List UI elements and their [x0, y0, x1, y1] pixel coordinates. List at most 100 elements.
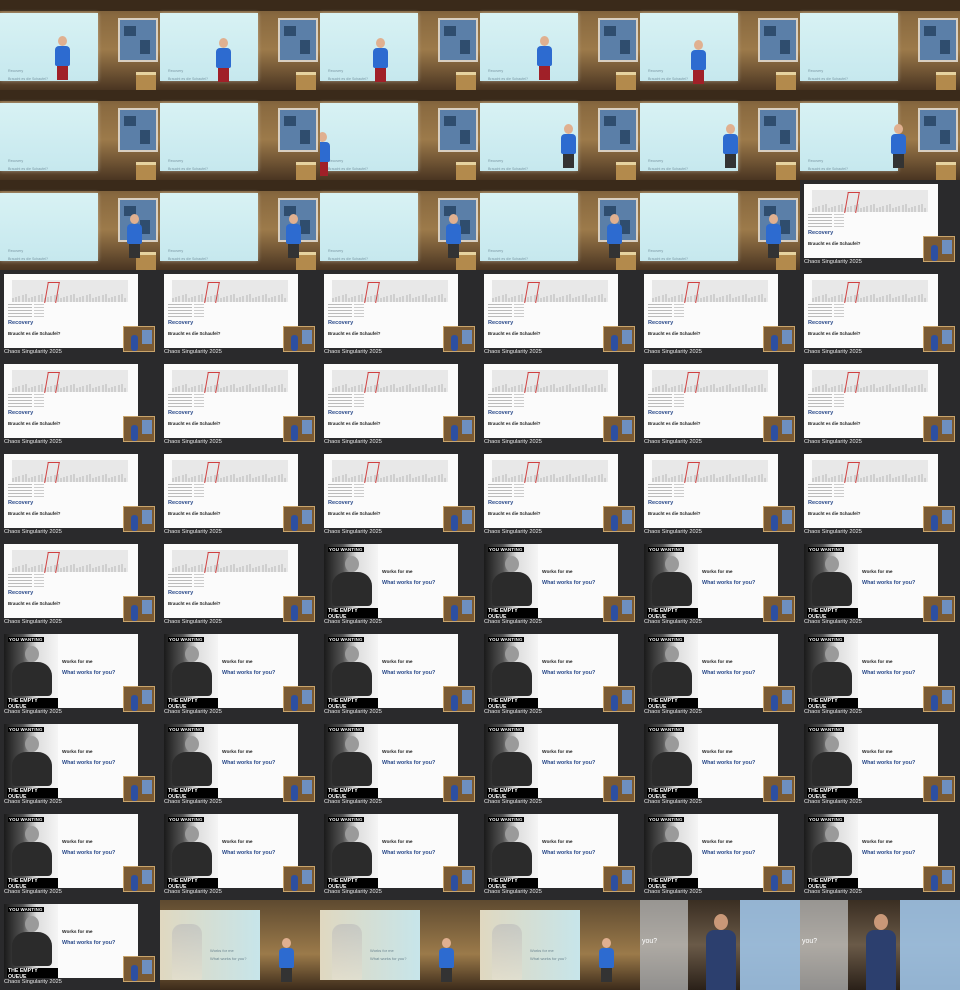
video-frame-room[interactable]: Recovery Braucht es die Schaufel? — [640, 0, 800, 90]
chart-bar — [668, 298, 670, 302]
video-frame-works[interactable]: YOU WANTING THE EMPTY QUEUE Works for me Wh… — [800, 540, 960, 630]
video-frame-room[interactable]: Recovery Braucht es die Schaufel? — [160, 0, 320, 90]
chart-bar — [584, 474, 587, 482]
video-frame-recovery[interactable]: Recovery Braucht es die Schaufel? Chaos Si… — [640, 360, 800, 450]
slide-subtitle: Braucht es die Schaufel? — [168, 511, 221, 516]
video-frame-recovery[interactable]: Recovery Braucht es die Schaufel? Chaos Si… — [800, 360, 960, 450]
video-frame-recovery[interactable]: Recovery Braucht es die Schaufel? Chaos Si… — [800, 180, 960, 270]
chart-bar — [712, 384, 715, 392]
chart-bar — [175, 567, 178, 572]
chart-bar — [831, 387, 834, 392]
video-frame-works[interactable]: YOU WANTING THE EMPTY QUEUE Works for me Wh… — [480, 810, 640, 900]
chart-bar — [754, 296, 757, 302]
video-frame-recovery[interactable]: Recovery Braucht es die Schaufel? Chaos Si… — [160, 360, 320, 450]
chart-bar — [700, 388, 702, 392]
meme-image: YOU WANTING THE EMPTY QUEUE — [644, 814, 698, 888]
chart-bar — [860, 388, 862, 392]
video-frame-recovery[interactable]: Recovery Braucht es die Schaufel? Chaos Si… — [320, 270, 480, 360]
video-frame-room[interactable]: Recovery Braucht es die Schaufel? — [480, 90, 640, 180]
chart-bar — [834, 206, 837, 212]
video-frame-works[interactable]: YOU WANTING THE EMPTY QUEUE Works for me Wh… — [0, 900, 160, 990]
video-frame-works[interactable]: YOU WANTING THE EMPTY QUEUE Works for me Wh… — [160, 810, 320, 900]
monk-robe — [332, 572, 372, 606]
video-frame-room[interactable]: Recovery Braucht es die Schaufel? — [160, 90, 320, 180]
video-frame-speaker[interactable]: you? — [640, 900, 800, 990]
presenter-body — [320, 142, 330, 162]
video-frame-works[interactable]: YOU WANTING THE EMPTY QUEUE Works for me Wh… — [320, 810, 480, 900]
video-frame-works[interactable]: YOU WANTING THE EMPTY QUEUE Works for me Wh… — [0, 810, 160, 900]
video-frame-recovery[interactable]: Recovery Braucht es die Schaufel? Chaos Si… — [0, 540, 160, 630]
video-frame-works[interactable]: YOU WANTING THE EMPTY QUEUE Works for me Wh… — [480, 540, 640, 630]
speaker-camera-inset — [283, 776, 315, 802]
video-frame-works[interactable]: YOU WANTING THE EMPTY QUEUE Works for me Wh… — [160, 720, 320, 810]
video-frame-speaker[interactable]: you? — [800, 900, 960, 990]
chart-bar — [264, 384, 267, 392]
video-frame-room[interactable]: Recovery Braucht es die Schaufel? — [0, 0, 160, 90]
presenter-body — [286, 224, 301, 244]
video-frame-works[interactable]: YOU WANTING THE EMPTY QUEUE Works for me Wh… — [800, 810, 960, 900]
video-frame-room[interactable]: Recovery Braucht es die Schaufel? — [0, 180, 160, 270]
video-frame-works[interactable]: YOU WANTING THE EMPTY QUEUE Works for me Wh… — [0, 630, 160, 720]
chart-bar — [412, 388, 414, 392]
video-frame-recovery[interactable]: Recovery Braucht es die Schaufel? Chaos Si… — [640, 270, 800, 360]
video-frame-room[interactable]: Recovery Braucht es die Schaufel? — [640, 180, 800, 270]
chart-bar — [280, 474, 283, 482]
video-frame-fade[interactable]: Works for me What works for you? — [160, 900, 320, 990]
chart-bar — [392, 294, 395, 302]
chart-bar — [92, 568, 94, 572]
video-frame-recovery[interactable]: Recovery Braucht es die Schaufel? Chaos Si… — [480, 450, 640, 540]
video-frame-recovery[interactable]: Recovery Braucht es die Schaufel? Chaos Si… — [160, 540, 320, 630]
video-frame-works[interactable]: YOU WANTING THE EMPTY QUEUE Works for me Wh… — [320, 630, 480, 720]
video-frame-works[interactable]: YOU WANTING THE EMPTY QUEUE Works for me Wh… — [640, 720, 800, 810]
video-frame-works[interactable]: YOU WANTING THE EMPTY QUEUE Works for me Wh… — [320, 720, 480, 810]
projection-screen: Recovery Braucht es die Schaufel? — [0, 193, 98, 261]
video-frame-works[interactable]: YOU WANTING THE EMPTY QUEUE Works for me Wh… — [160, 630, 320, 720]
video-frame-room[interactable]: Recovery Braucht es die Schaufel? — [800, 90, 960, 180]
chart-bar — [82, 296, 85, 302]
video-frame-recovery[interactable]: Recovery Braucht es die Schaufel? Chaos Si… — [160, 450, 320, 540]
video-frame-room[interactable]: Recovery Braucht es die Schaufel? — [640, 90, 800, 180]
video-frame-room[interactable]: Recovery Braucht es die Schaufel? — [320, 90, 480, 180]
logo-glyph — [623, 456, 637, 482]
chart-bar — [543, 387, 546, 392]
video-frame-recovery[interactable]: Recovery Braucht es die Schaufel? Chaos Si… — [160, 270, 320, 360]
event-caption: Chaos Singularity 2025 — [324, 529, 382, 535]
video-frame-works[interactable]: YOU WANTING THE EMPTY QUEUE Works for me Wh… — [800, 630, 960, 720]
video-frame-recovery[interactable]: Recovery Braucht es die Schaufel? Chaos Si… — [640, 450, 800, 540]
video-frame-recovery[interactable]: Recovery Braucht es die Schaufel? Chaos Si… — [320, 360, 480, 450]
video-frame-works[interactable]: YOU WANTING THE EMPTY QUEUE Works for me Wh… — [800, 720, 960, 810]
video-frame-recovery[interactable]: Recovery Braucht es die Schaufel? Chaos Si… — [480, 360, 640, 450]
video-frame-works[interactable]: YOU WANTING THE EMPTY QUEUE Works for me Wh… — [480, 720, 640, 810]
video-frame-recovery[interactable]: Recovery Braucht es die Schaufel? Chaos Si… — [480, 270, 640, 360]
video-frame-recovery[interactable]: Recovery Braucht es die Schaufel? Chaos Si… — [800, 270, 960, 360]
video-frame-fade[interactable]: Works for me What works for you? — [480, 900, 640, 990]
video-frame-room[interactable]: Recovery Braucht es die Schaufel? — [320, 180, 480, 270]
video-frame-works[interactable]: YOU WANTING THE EMPTY QUEUE Works for me Wh… — [640, 540, 800, 630]
video-frame-recovery[interactable]: Recovery Braucht es die Schaufel? Chaos Si… — [0, 450, 160, 540]
chart-bar — [255, 477, 258, 482]
video-frame-works[interactable]: YOU WANTING THE EMPTY QUEUE Works for me Wh… — [640, 810, 800, 900]
slide-subtitle: Braucht es die Schaufel? — [808, 241, 861, 246]
video-frame-room[interactable]: Recovery Braucht es die Schaufel? — [160, 180, 320, 270]
video-frame-works[interactable]: YOU WANTING THE EMPTY QUEUE Works for me Wh… — [320, 540, 480, 630]
video-frame-recovery[interactable]: Recovery Braucht es die Schaufel? Chaos Si… — [320, 450, 480, 540]
video-frame-room[interactable]: Recovery Braucht es die Schaufel? — [480, 0, 640, 90]
video-frame-fade[interactable]: Works for me What works for you? — [320, 900, 480, 990]
chart-bar — [226, 296, 229, 302]
chart-bar — [504, 474, 507, 482]
video-frame-room[interactable]: Recovery Braucht es die Schaufel? — [0, 90, 160, 180]
slide-subtitle: Braucht es die Schaufel? — [488, 331, 541, 336]
video-frame-room[interactable]: Recovery Braucht es die Schaufel? — [320, 0, 480, 90]
video-frame-recovery[interactable]: Recovery Braucht es die Schaufel? Chaos Si… — [0, 270, 160, 360]
video-frame-room[interactable]: Recovery Braucht es die Schaufel? — [480, 180, 640, 270]
video-frame-works[interactable]: YOU WANTING THE EMPTY QUEUE Works for me Wh… — [0, 720, 160, 810]
chart-bar — [655, 477, 658, 482]
video-frame-recovery[interactable]: Recovery Braucht es die Schaufel? Chaos Si… — [0, 360, 160, 450]
slide-line-2: What works for you? — [542, 760, 596, 766]
video-frame-room[interactable]: Recovery Braucht es die Schaufel? — [800, 0, 960, 90]
video-frame-works[interactable]: YOU WANTING THE EMPTY QUEUE Works for me Wh… — [640, 630, 800, 720]
video-frame-works[interactable]: YOU WANTING THE EMPTY QUEUE Works for me Wh… — [480, 630, 640, 720]
chart-bar — [405, 295, 408, 302]
video-frame-recovery[interactable]: Recovery Braucht es die Schaufel? Chaos Si… — [800, 450, 960, 540]
chart-bar — [703, 477, 706, 482]
